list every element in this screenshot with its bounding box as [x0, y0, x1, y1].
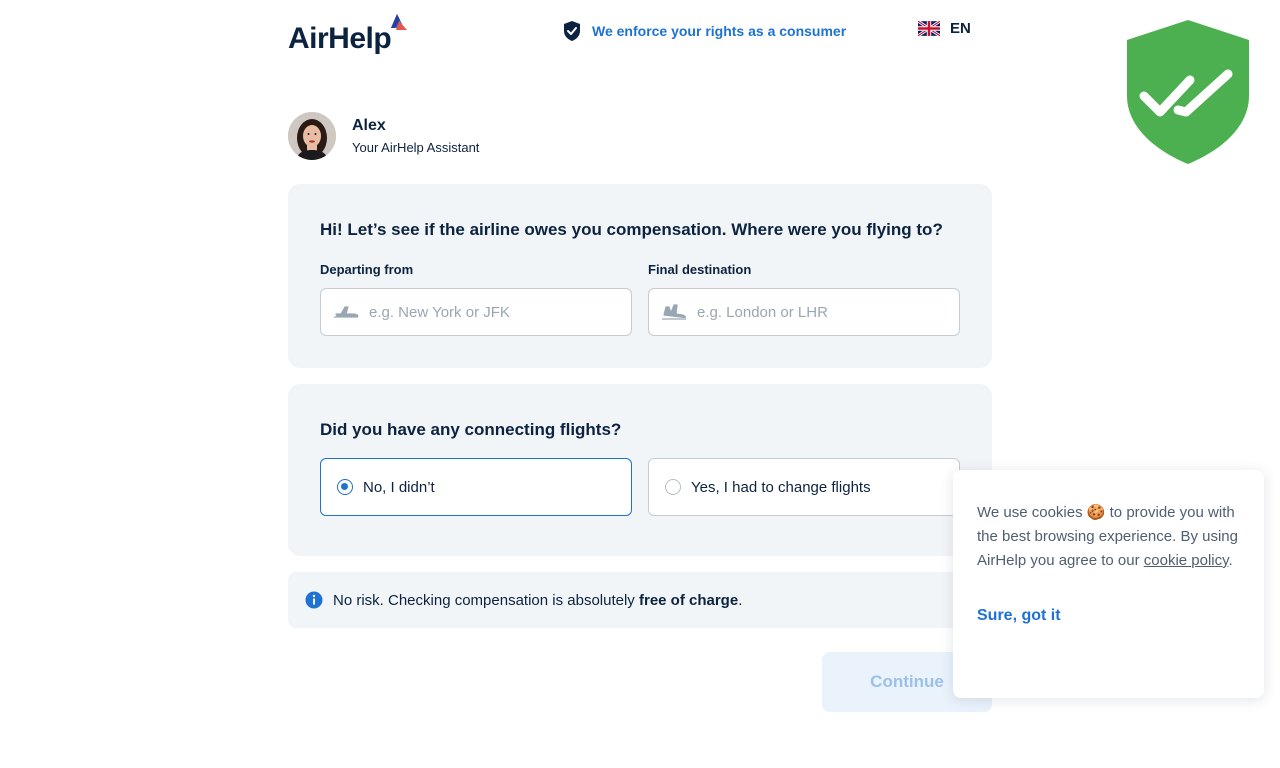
info-bar: No risk. Checking compensation is absolu… [288, 572, 992, 628]
destination-input[interactable] [697, 303, 947, 321]
info-icon [305, 591, 323, 609]
cookie-banner: We use cookies 🍪 to provide you with the… [953, 470, 1264, 698]
connecting-card: Did you have any connecting flights? No,… [288, 384, 992, 556]
route-question: Hi! Let’s see if the airline owes you co… [320, 220, 943, 239]
shield-check-icon [564, 21, 580, 41]
departing-field[interactable] [320, 288, 632, 336]
destination-label: Final destination [648, 262, 752, 277]
cookie-accept-button[interactable]: Sure, got it [977, 607, 1061, 625]
info-text: No risk. Checking compensation is absolu… [333, 591, 743, 609]
departing-label: Departing from [320, 262, 414, 277]
destination-field[interactable] [648, 288, 960, 336]
airhelp-logo[interactable]: AirHelp [288, 12, 418, 56]
cookie-policy-link[interactable]: cookie policy [1144, 552, 1229, 569]
assistant-role: Your AirHelp Assistant [352, 140, 480, 155]
radio-unselected-icon [665, 479, 681, 495]
assistant-avatar [288, 112, 336, 160]
departing-input[interactable] [369, 303, 619, 321]
radio-option-yes-label: Yes, I had to change flights [691, 478, 871, 496]
radio-option-no-label: No, I didn’t [363, 478, 435, 496]
radio-option-yes[interactable]: Yes, I had to change flights [648, 458, 960, 516]
language-selector[interactable]: EN [918, 20, 971, 37]
consumer-rights-tagline: We enforce your rights as a consumer [562, 20, 846, 42]
cookie-emoji-icon: 🍪 [1086, 504, 1106, 521]
header: AirHelp We enforce your rights as a cons… [288, 8, 992, 58]
assistant-intro: Alex Your AirHelp Assistant [288, 112, 479, 160]
logo-text: AirHelp [288, 22, 392, 55]
plane-takeoff-icon [334, 306, 359, 318]
info-text-bold: free of charge [638, 591, 739, 609]
route-card: Hi! Let’s see if the airline owes you co… [288, 184, 992, 368]
airhelp-logo-mark-icon [391, 14, 407, 30]
connecting-question: Did you have any connecting flights? [320, 420, 622, 439]
uk-flag-icon [918, 21, 940, 36]
radio-option-no[interactable]: No, I didn’t [320, 458, 632, 516]
tagline-text: We enforce your rights as a consumer [592, 23, 847, 39]
assistant-name: Alex [352, 117, 386, 134]
cookie-text: We use cookies 🍪 to provide you with the… [977, 504, 1238, 569]
security-badge-icon [1127, 20, 1249, 164]
plane-landing-icon [662, 304, 686, 320]
radio-selected-icon [337, 479, 353, 495]
language-code: EN [950, 20, 971, 37]
